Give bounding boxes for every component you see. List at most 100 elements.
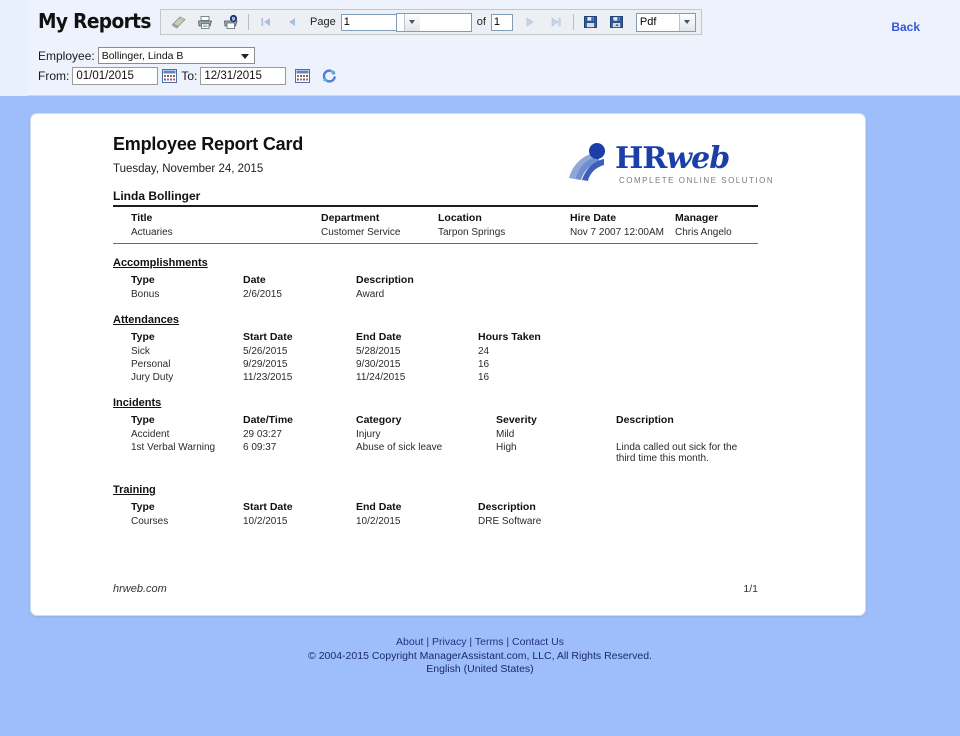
accomplishments-cell-date: 2/6/2015	[243, 288, 356, 301]
attendances-table: Type Start Date End Date Hours Taken Sic…	[113, 328, 758, 384]
table-row: Bonus 2/6/2015 Award	[113, 288, 758, 301]
employee-select[interactable]: Bollinger, Linda B	[98, 47, 255, 64]
attendances-header-end-date: End Date	[356, 328, 478, 345]
footer-link-about[interactable]: About	[396, 636, 423, 648]
from-date-input[interactable]	[72, 67, 158, 85]
footer-language: English (United States)	[0, 663, 960, 677]
summary-header-department: Department	[321, 209, 438, 226]
table-header-row: Title Department Location Hire Date Mana…	[113, 209, 758, 226]
next-page-icon[interactable]	[519, 12, 541, 32]
report-card: HRweb COMPLETE ONLINE SOLUTION Employee …	[30, 113, 866, 616]
training-cell-end-date: 10/2/2015	[356, 515, 478, 528]
training-cell-start-date: 10/2/2015	[243, 515, 356, 528]
incidents-cell-type: 1st Verbal Warning	[113, 441, 243, 465]
table-row: Personal 9/29/2015 9/30/2015 16	[113, 358, 758, 371]
attendances-cell-type: Jury Duty	[113, 371, 243, 384]
footer-link-terms[interactable]: Terms	[475, 636, 504, 648]
refresh-icon[interactable]	[321, 68, 337, 84]
previous-page-icon[interactable]	[281, 12, 303, 32]
attendances-cell-end-date: 11/24/2015	[356, 371, 478, 384]
summary-cell-department: Customer Service	[321, 226, 438, 239]
incidents-cell-category: Injury	[356, 428, 496, 441]
incidents-cell-category: Abuse of sick leave	[356, 441, 496, 465]
footer-link-privacy[interactable]: Privacy	[432, 636, 466, 648]
print-layout-icon[interactable]: 9	[220, 12, 242, 32]
summary-cell-title: Actuaries	[113, 226, 321, 239]
summary-header-location: Location	[438, 209, 570, 226]
training-header-description: Description	[478, 498, 758, 515]
incidents-cell-datetime: 6 09:37	[243, 441, 356, 465]
page-label: Page	[310, 16, 336, 28]
export-icon[interactable]	[606, 12, 628, 32]
table-header-row: Type Date Description	[113, 271, 758, 288]
incidents-header-datetime: Date/Time	[243, 411, 356, 428]
page-footer: About | Privacy | Terms | Contact Us © 2…	[0, 636, 960, 677]
hrweb-logo-text: HRweb	[615, 141, 729, 176]
incidents-header-type: Type	[113, 411, 243, 428]
accomplishments-header-type: Type	[113, 271, 243, 288]
section-accomplishments: Accomplishments Type Date Description Bo…	[113, 248, 763, 301]
employee-divider	[113, 205, 758, 207]
export-format-dropdown[interactable]: Pdf	[636, 13, 696, 32]
calendar-icon-from[interactable]	[162, 69, 177, 83]
total-pages-input[interactable]	[491, 14, 513, 31]
last-page-icon[interactable]	[545, 12, 567, 32]
accomplishments-table: Type Date Description Bonus 2/6/2015 Awa…	[113, 271, 758, 301]
top-left-strip	[0, 0, 28, 96]
attendances-cell-start-date: 5/26/2015	[243, 345, 356, 358]
training-header-type: Type	[113, 498, 243, 515]
attendances-header-hours-taken: Hours Taken	[478, 328, 758, 345]
incidents-cell-severity: Mild	[496, 428, 616, 441]
attendances-header-type: Type	[113, 328, 243, 345]
training-header-start-date: Start Date	[243, 498, 356, 515]
table-row: Sick 5/26/2015 5/28/2015 24	[113, 345, 758, 358]
calendar-icon-to[interactable]	[295, 69, 310, 83]
page-select-dropdown[interactable]	[396, 13, 472, 32]
page-title: My Reports	[38, 9, 151, 33]
training-cell-type: Courses	[113, 515, 243, 528]
table-row: Actuaries Customer Service Tarpon Spring…	[113, 226, 758, 239]
toolbar-row: My Reports	[28, 0, 960, 42]
footer-link-contact-us[interactable]: Contact Us	[512, 636, 564, 648]
section-attendances: Attendances Type Start Date End Date Hou…	[113, 305, 763, 384]
save-icon[interactable]	[580, 12, 602, 32]
report-footer-site: hrweb.com	[113, 583, 167, 595]
attendances-cell-start-date: 11/23/2015	[243, 371, 356, 384]
footer-links-row: About | Privacy | Terms | Contact Us	[0, 636, 960, 650]
table-row: Jury Duty 11/23/2015 11/24/2015 16	[113, 371, 758, 384]
table-header-row: Type Start Date End Date Hours Taken	[113, 328, 758, 345]
report-body: HRweb COMPLETE ONLINE SOLUTION Employee …	[113, 134, 763, 528]
table-header-row: Type Start Date End Date Description	[113, 498, 758, 515]
table-header-row: Type Date/Time Category Severity Descrip…	[113, 411, 758, 428]
hrweb-logo-mark	[567, 142, 613, 186]
report-footer-page-number: 1/1	[743, 583, 758, 595]
of-label: of	[477, 16, 486, 28]
date-range-filter-row: From: To:	[38, 67, 337, 85]
employee-filter-row: Employee: Bollinger, Linda B	[38, 47, 255, 64]
first-page-icon[interactable]	[255, 12, 277, 32]
summary-cell-location: Tarpon Springs	[438, 226, 570, 239]
logo-brand-hr: HR	[615, 141, 666, 176]
refresh-document-icon[interactable]	[168, 12, 190, 32]
to-date-input[interactable]	[200, 67, 286, 85]
summary-header-manager: Manager	[675, 209, 758, 226]
toolbar-divider	[248, 14, 249, 30]
training-header-end-date: End Date	[356, 498, 478, 515]
section-heading-accomplishments: Accomplishments	[113, 257, 208, 269]
employee-label: Employee:	[38, 49, 95, 63]
incidents-header-severity: Severity	[496, 411, 616, 428]
employee-select-value: Bollinger, Linda B	[99, 50, 184, 62]
svg-text:9: 9	[231, 16, 234, 22]
attendances-cell-hours: 16	[478, 358, 758, 371]
print-icon[interactable]	[194, 12, 216, 32]
attendances-cell-hours: 16	[478, 371, 758, 384]
section-heading-training: Training	[113, 484, 156, 496]
chevron-down-icon	[404, 14, 420, 31]
table-row: Courses 10/2/2015 10/2/2015 DRE Software	[113, 515, 758, 528]
attendances-cell-start-date: 9/29/2015	[243, 358, 356, 371]
table-row: 1st Verbal Warning 6 09:37 Abuse of sick…	[113, 441, 758, 465]
back-link[interactable]: Back	[891, 20, 920, 34]
page-number-input[interactable]	[341, 14, 397, 31]
hrweb-logo: HRweb COMPLETE ONLINE SOLUTION	[567, 142, 739, 192]
section-training: Training Type Start Date End Date Descri…	[113, 475, 763, 528]
